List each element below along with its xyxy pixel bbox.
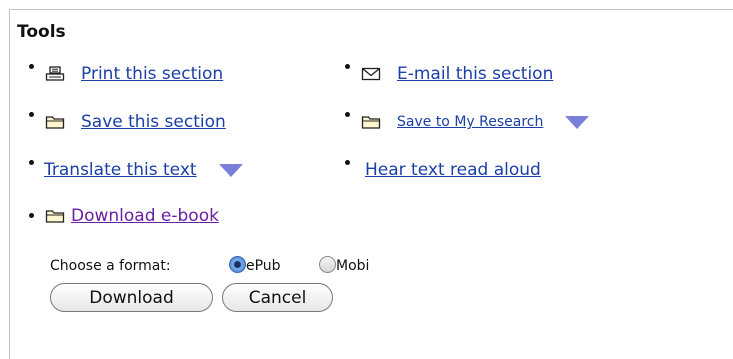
radio-mobi[interactable]: [319, 256, 336, 273]
tool-item-print: Print this section: [29, 63, 223, 85]
printer-icon: [45, 66, 65, 82]
folder-icon: [45, 114, 65, 130]
download-button[interactable]: Download: [50, 283, 213, 312]
tool-item-save-section: Save this section: [29, 111, 226, 133]
download-ebook-link[interactable]: Download e-book: [71, 206, 219, 226]
tool-item-save-research: Save to My Research: [345, 111, 590, 133]
cancel-button[interactable]: Cancel: [222, 283, 333, 312]
email-section-link[interactable]: E-mail this section: [397, 64, 553, 84]
tool-item-download-ebook: Download e-book: [29, 205, 219, 227]
bullet: [29, 63, 35, 85]
format-label: Choose a format:: [50, 258, 171, 274]
bullet: [29, 159, 35, 181]
dropdown-arrow-icon[interactable]: [218, 163, 243, 177]
bullet: [345, 63, 351, 85]
tool-item-email: E-mail this section: [345, 63, 553, 85]
save-to-research-link[interactable]: Save to My Research: [397, 114, 543, 130]
translate-text-link[interactable]: Translate this text: [44, 160, 197, 180]
save-section-link[interactable]: Save this section: [81, 112, 226, 132]
bullet: [345, 159, 351, 181]
hear-aloud-link[interactable]: Hear text read aloud: [365, 160, 541, 180]
bullet: [29, 205, 35, 227]
envelope-icon: [361, 66, 381, 82]
tool-item-translate: Translate this text: [29, 159, 243, 181]
dropdown-arrow-icon[interactable]: [565, 115, 590, 129]
folder-icon: [45, 208, 65, 224]
folder-icon: [361, 114, 381, 130]
radio-label-epub: ePub: [246, 258, 281, 274]
print-section-link[interactable]: Print this section: [81, 64, 223, 84]
tools-title: Tools: [17, 22, 66, 42]
bullet: [29, 111, 35, 133]
bullet: [345, 111, 351, 133]
tool-item-hear-aloud: Hear text read aloud: [345, 159, 541, 181]
radio-label-mobi: Mobi: [336, 258, 370, 274]
radio-epub[interactable]: [229, 256, 246, 273]
